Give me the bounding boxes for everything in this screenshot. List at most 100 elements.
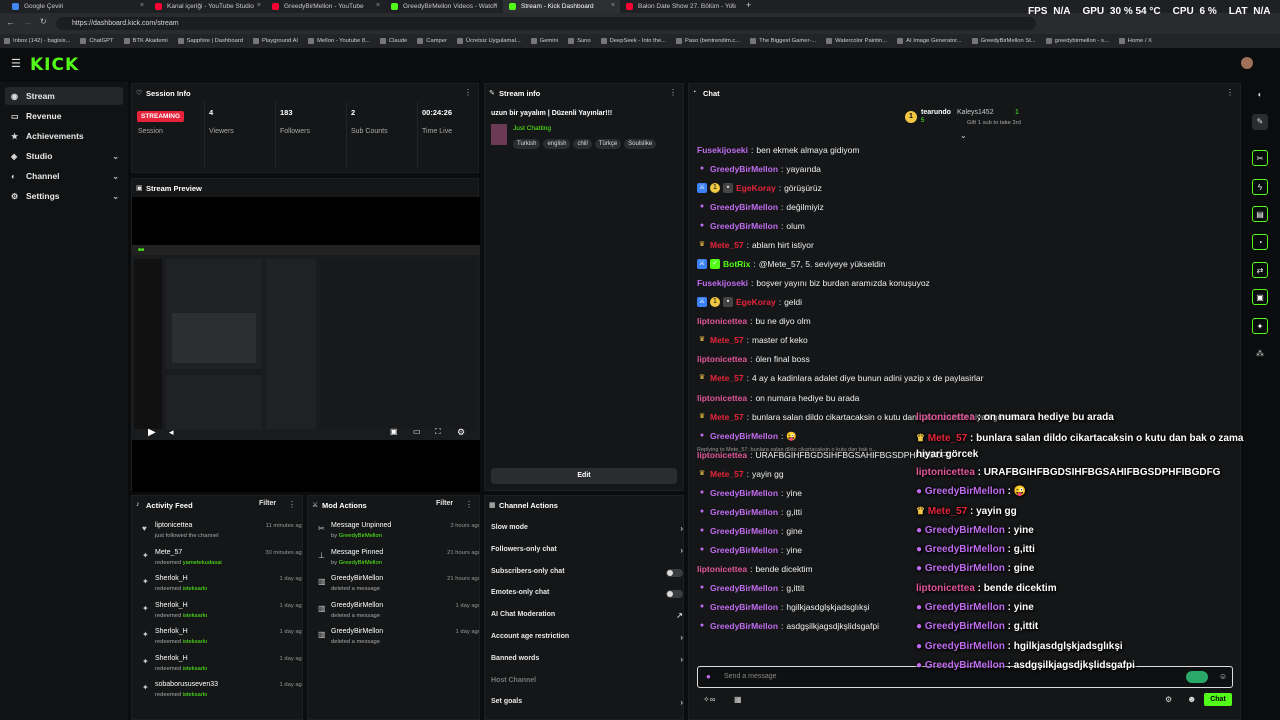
chat-username[interactable]: GreedyBirMellon: [710, 545, 778, 555]
moderator-name[interactable]: GreedyBirMellon: [339, 533, 382, 539]
chat-username[interactable]: GreedyBirMellon: [710, 602, 778, 612]
chevron-right-icon[interactable]: ›: [680, 698, 683, 707]
filter-button[interactable]: Filter: [259, 500, 276, 507]
bookmark-item[interactable]: Playground AI: [252, 38, 298, 44]
bookmark-item[interactable]: Inbox (142) - bagisis...: [4, 38, 70, 44]
chat-username[interactable]: GreedyBirMellon: [710, 431, 778, 441]
back-icon[interactable]: ←: [6, 17, 15, 27]
bookmark-item[interactable]: Gemini: [530, 38, 558, 44]
bookmark-item[interactable]: DeepSeek - Into the...: [600, 38, 666, 44]
gift-cta[interactable]: Gift 1 sub to take 3rd: [967, 120, 1021, 126]
channel-action-emotes-only-chat[interactable]: Emotes-only chat: [491, 589, 683, 603]
chevron-right-icon[interactable]: ›: [680, 655, 683, 664]
chat-username[interactable]: EgeKoray: [736, 297, 776, 307]
close-icon[interactable]: ×: [376, 2, 380, 9]
more-icon[interactable]: ⋮: [1226, 88, 1234, 97]
chevron-down-icon[interactable]: ⌄: [112, 172, 119, 181]
channel-action-followers-only-chat[interactable]: Followers-only chat ›: [491, 546, 683, 560]
close-icon[interactable]: ×: [257, 2, 261, 9]
clipboard-icon[interactable]: ▤: [1252, 206, 1268, 222]
channel-action-set-goals[interactable]: Set goals ›: [491, 698, 683, 712]
chevron-right-icon[interactable]: ›: [680, 546, 683, 555]
more-icon[interactable]: ⋮: [288, 500, 296, 509]
channel-action-subscribers-only-chat[interactable]: Subscribers-only chat: [491, 568, 683, 582]
chat-username[interactable]: Fusekijoseki: [697, 145, 748, 155]
chat-username[interactable]: GreedyBirMellon: [710, 621, 778, 631]
chevron-down-icon[interactable]: ⌄: [112, 192, 119, 201]
share-icon[interactable]: ⁂: [1252, 346, 1268, 362]
users-icon[interactable]: ☻: [1187, 694, 1196, 704]
chat-username[interactable]: Mete_57: [710, 412, 744, 422]
clip-icon[interactable]: ✂: [1252, 150, 1268, 166]
chat-username[interactable]: GreedyBirMellon: [710, 202, 778, 212]
edit-layout-icon[interactable]: ✎: [1252, 114, 1268, 130]
browser-tab[interactable]: Google Çeviri ×: [6, 0, 149, 13]
channel-action-host-channel[interactable]: Host Channel: [491, 677, 683, 691]
chat-username[interactable]: liptonicettea: [697, 393, 747, 403]
sidebar-item-revenue[interactable]: ▭ Revenue: [5, 107, 123, 125]
chat-username[interactable]: Mete_57: [710, 469, 744, 479]
chat-username[interactable]: liptonicettea: [697, 354, 747, 364]
bookmark-item[interactable]: Paso (bentrendim.c...: [676, 38, 740, 44]
sidebar-item-studio[interactable]: ◈ Studio ⌄: [5, 147, 123, 165]
bookmark-item[interactable]: Home / X: [1118, 38, 1152, 44]
raid-icon[interactable]: ⇄: [1252, 262, 1268, 278]
chat-username[interactable]: BotRix: [723, 259, 750, 269]
chat-username[interactable]: Mete_57: [710, 335, 744, 345]
bookmark-item[interactable]: AI Image Generator...: [897, 38, 962, 44]
category-name[interactable]: Just Chatting: [513, 125, 551, 132]
chat-username[interactable]: GreedyBirMellon: [710, 164, 778, 174]
chat-username[interactable]: liptonicettea: [697, 316, 747, 326]
chat-username[interactable]: Fusekijoseki: [697, 278, 748, 288]
more-icon[interactable]: ⋮: [465, 500, 473, 509]
filter-button[interactable]: Filter: [436, 500, 453, 507]
chat-username[interactable]: EgeKoray: [736, 183, 776, 193]
feed-user[interactable]: liptonicettea: [155, 522, 192, 529]
forward-icon[interactable]: →: [23, 17, 32, 27]
pip-icon[interactable]: ▣: [390, 427, 398, 436]
chat-username[interactable]: Mete_57: [710, 240, 744, 250]
chat-username[interactable]: GreedyBirMellon: [710, 583, 778, 593]
video-player[interactable]: ■■ ▶ ◂ ▣ ▭ ⛶ ⚙: [132, 197, 480, 492]
close-icon[interactable]: ×: [731, 2, 735, 9]
sidebar-item-achievements[interactable]: ★ Achievements: [5, 127, 123, 145]
theater-icon[interactable]: ▭: [413, 427, 421, 436]
browser-tab[interactable]: Stream - Kick Dashboard ×: [503, 0, 620, 13]
calendar-icon[interactable]: ▦: [734, 695, 742, 704]
dark-mode-icon[interactable]: ◐: [1252, 87, 1268, 103]
emoji-icon[interactable]: ☺: [1219, 672, 1227, 681]
bookmark-item[interactable]: GreedyBirMellon St...: [971, 38, 1036, 44]
edit-button[interactable]: Edit: [491, 468, 677, 484]
reload-icon[interactable]: ↻: [40, 17, 47, 26]
fullscreen-icon[interactable]: ⛶: [435, 427, 441, 437]
feed-user[interactable]: Sherlok_H: [155, 575, 188, 582]
chevron-right-icon[interactable]: ↗: [676, 611, 683, 620]
more-icon[interactable]: ⋮: [669, 88, 677, 97]
toggle-switch[interactable]: [666, 590, 683, 599]
tag-chip[interactable]: Türkçe: [594, 139, 622, 149]
play-icon[interactable]: ▶: [148, 427, 156, 438]
menu-icon[interactable]: ☰: [11, 57, 21, 70]
channel-action-banned-words[interactable]: Banned words ›: [491, 655, 683, 669]
wrench-icon[interactable]: ✦: [1252, 318, 1268, 334]
sidebar-item-settings[interactable]: ⚙ Settings ⌄: [5, 187, 123, 205]
save-icon[interactable]: ▣: [1252, 289, 1268, 305]
bookmark-item[interactable]: BTK Akademi: [123, 38, 168, 44]
chevron-right-icon[interactable]: ›: [680, 524, 683, 533]
bookmark-item[interactable]: The Biggest Gamer-...: [750, 38, 816, 44]
tag-chip[interactable]: Turkish: [513, 139, 541, 149]
browser-tab[interactable]: Kanal içeriği - YouTube Studio ×: [149, 0, 266, 13]
chat-settings-icon[interactable]: ⚙: [1165, 695, 1172, 704]
channel-action-ai-chat-moderation[interactable]: AI Chat Moderation ↗: [491, 611, 683, 625]
leader-name[interactable]: Kaleys1452: [957, 109, 994, 116]
chat-username[interactable]: Mete_57: [710, 373, 744, 383]
tag-chip[interactable]: english: [543, 139, 571, 149]
feed-user[interactable]: Sherlok_H: [155, 602, 188, 609]
bookmark-item[interactable]: Camper: [417, 38, 447, 44]
avatar[interactable]: [1241, 57, 1253, 69]
chat-username[interactable]: liptonicettea: [697, 564, 747, 574]
bookmark-item[interactable]: greedybirmellon - s...: [1045, 38, 1109, 44]
kick-logo[interactable]: KICK: [30, 55, 79, 75]
chat-popout-icon[interactable]: ◔: [1252, 234, 1268, 250]
chat-username[interactable]: GreedyBirMellon: [710, 488, 778, 498]
